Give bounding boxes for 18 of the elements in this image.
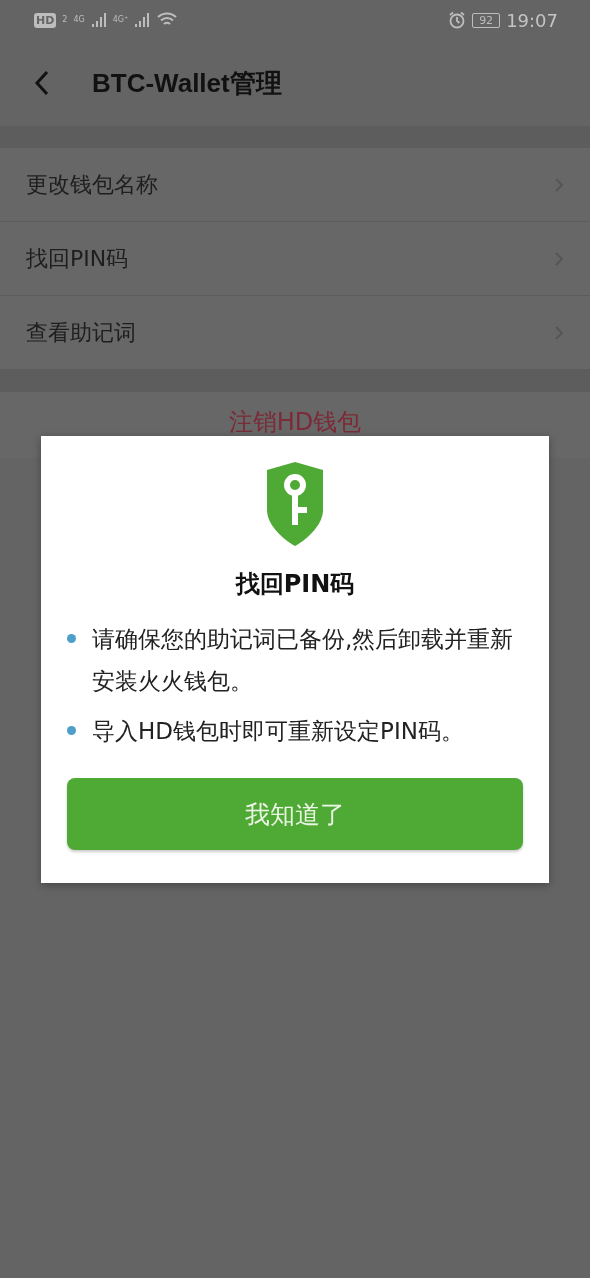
instruction-text: 请确保您的助记词已备份,然后卸载并重新安装火火钱包。	[92, 625, 515, 696]
network-type: 4G	[73, 15, 85, 25]
page-title: BTC-Wallet管理	[92, 66, 282, 100]
hd-voice-indicator: HD	[34, 12, 57, 28]
instruction-text: 导入HD钱包时即可重新设定PIN码。	[92, 717, 464, 746]
dialog-title: 找回PIN码	[235, 569, 355, 600]
clock-time: 19:07	[506, 9, 558, 31]
battery-level: 92	[472, 12, 501, 28]
logout-wallet-button[interactable]: 注销HD钱包	[228, 406, 362, 438]
signal-icon	[134, 12, 151, 28]
sim-number: 2	[62, 15, 68, 25]
back-icon[interactable]	[34, 70, 50, 96]
confirm-button[interactable]: 我知道了	[67, 778, 523, 850]
bullet-dot	[67, 726, 76, 735]
alarm-icon	[448, 11, 467, 29]
network-type: 4G⁺	[112, 15, 129, 25]
bullet-dot	[67, 634, 76, 643]
signal-icon	[90, 12, 107, 28]
